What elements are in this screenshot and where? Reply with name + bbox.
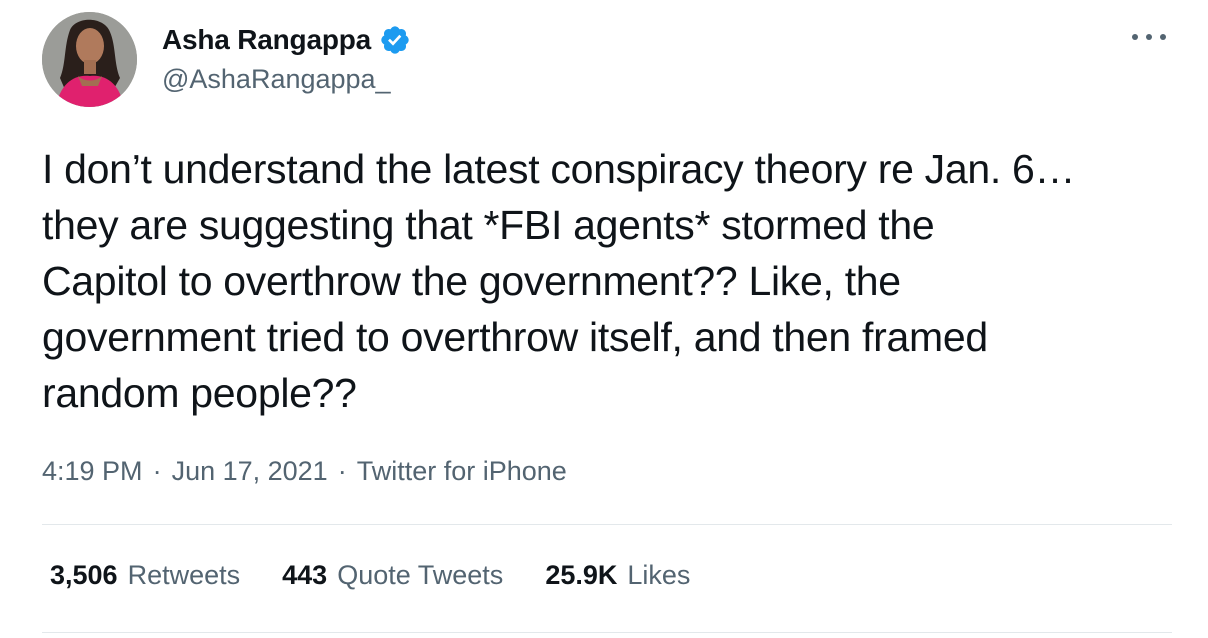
meta-separator: · <box>337 456 347 486</box>
divider <box>42 632 1172 633</box>
verified-badge-icon <box>379 24 411 56</box>
tweet-time-link[interactable]: 4:19 PM <box>42 456 143 487</box>
author-display-name[interactable]: Asha Rangappa <box>162 24 371 56</box>
retweets-label: Retweets <box>127 560 241 590</box>
likes-label: Likes <box>627 560 691 590</box>
quote-tweets-count: 443 <box>282 560 328 590</box>
divider <box>42 524 1172 525</box>
more-dot <box>1132 34 1138 40</box>
more-options-icon[interactable] <box>1132 26 1166 48</box>
quote-tweets-stat[interactable]: 443 Quote Tweets <box>282 560 503 591</box>
more-dot <box>1160 34 1166 40</box>
tweet-metadata: 4:19 PM · Jun 17, 2021 · Twitter for iPh… <box>42 456 567 487</box>
avatar-photo <box>42 12 137 107</box>
tweet-source-link[interactable]: Twitter for iPhone <box>357 456 567 487</box>
likes-count: 25.9K <box>545 560 618 590</box>
more-dot <box>1146 34 1152 40</box>
tweet-text: I don’t understand the latest conspiracy… <box>42 146 1076 416</box>
retweets-count: 3,506 <box>50 560 118 590</box>
likes-stat[interactable]: 25.9K Likes <box>545 560 690 591</box>
meta-separator: · <box>152 456 162 486</box>
tweet-date-link[interactable]: Jun 17, 2021 <box>172 456 328 487</box>
tweet-card: Asha Rangappa @AshaRangappa_ I don’t und… <box>0 0 1208 638</box>
engagement-stats: 3,506 Retweets 443 Quote Tweets 25.9K Li… <box>50 560 732 591</box>
retweets-stat[interactable]: 3,506 Retweets <box>50 560 240 591</box>
avatar[interactable] <box>42 12 137 107</box>
author-name-row: Asha Rangappa <box>162 20 411 60</box>
author-handle[interactable]: @AshaRangappa_ <box>162 64 391 95</box>
quote-tweets-label: Quote Tweets <box>337 560 504 590</box>
